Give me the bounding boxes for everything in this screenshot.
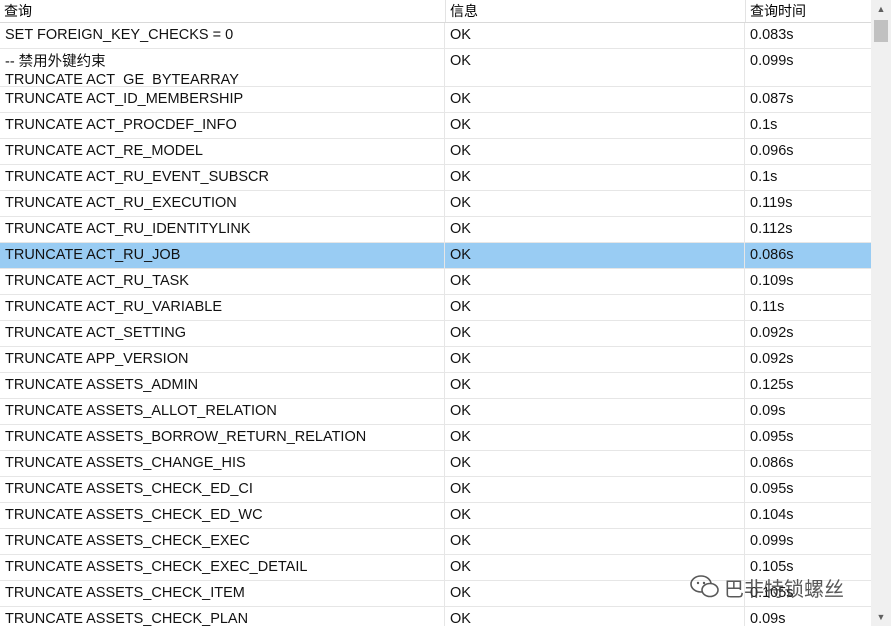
table-row[interactable]: TRUNCATE APP_VERSION OK 0.092s [0, 347, 871, 373]
time-cell[interactable]: 0.087s [745, 87, 871, 112]
query-cell[interactable]: TRUNCATE ASSETS_CHECK_EXEC [0, 529, 445, 554]
query-cell[interactable]: -- 禁用外键约束 TRUNCATE ACT_GE_BYTEARRAY [0, 49, 445, 86]
info-cell[interactable]: OK [445, 347, 745, 372]
table-row[interactable]: TRUNCATE ASSETS_CHECK_ED_WC OK 0.104s [0, 503, 871, 529]
query-cell[interactable]: TRUNCATE ASSETS_BORROW_RETURN_RELATION [0, 425, 445, 450]
info-cell[interactable]: OK [445, 139, 745, 164]
vertical-scrollbar[interactable]: ▲ ▼ [871, 0, 891, 626]
info-cell[interactable]: OK [445, 49, 745, 86]
info-cell[interactable]: OK [445, 373, 745, 398]
table-row[interactable]: TRUNCATE ACT_PROCDEF_INFO OK 0.1s [0, 113, 871, 139]
time-cell[interactable]: 0.095s [745, 425, 871, 450]
table-row[interactable]: TRUNCATE ASSETS_BORROW_RETURN_RELATION OK… [0, 425, 871, 451]
table-row[interactable]: TRUNCATE ACT_RE_MODEL OK 0.096s [0, 139, 871, 165]
time-cell[interactable]: 0.109s [745, 269, 871, 294]
time-cell[interactable]: 0.092s [745, 347, 871, 372]
time-cell[interactable]: 0.083s [745, 23, 871, 48]
time-cell[interactable]: 0.096s [745, 139, 871, 164]
table-row[interactable]: TRUNCATE ACT_ID_MEMBERSHIP OK 0.087s [0, 87, 871, 113]
table-row[interactable]: TRUNCATE ACT_RU_EVENT_SUBSCR OK 0.1s [0, 165, 871, 191]
table-row[interactable]: TRUNCATE ASSETS_CHECK_ED_CI OK 0.095s [0, 477, 871, 503]
info-cell[interactable]: OK [445, 191, 745, 216]
time-cell[interactable]: 0.1s [745, 113, 871, 138]
query-cell[interactable]: SET FOREIGN_KEY_CHECKS = 0 [0, 23, 445, 48]
watermark: 巴非特锁螺丝 [690, 572, 844, 602]
time-cell[interactable]: 0.1s [745, 165, 871, 190]
table-row[interactable]: TRUNCATE ACT_RU_EXECUTION OK 0.119s [0, 191, 871, 217]
info-cell[interactable]: OK [445, 165, 745, 190]
time-cell[interactable]: 0.119s [745, 191, 871, 216]
query-cell[interactable]: TRUNCATE ASSETS_ALLOT_RELATION [0, 399, 445, 424]
info-cell[interactable]: OK [445, 23, 745, 48]
table-row[interactable]: TRUNCATE ASSETS_ALLOT_RELATION OK 0.09s [0, 399, 871, 425]
query-cell[interactable]: TRUNCATE ACT_RU_TASK [0, 269, 445, 294]
wechat-logo-icon [690, 575, 719, 598]
grid-header: 查询 信息 查询时间 [0, 0, 871, 23]
info-cell[interactable]: OK [445, 295, 745, 320]
table-row[interactable]: TRUNCATE ASSETS_CHANGE_HIS OK 0.086s [0, 451, 871, 477]
query-cell[interactable]: TRUNCATE ACT_RU_VARIABLE [0, 295, 445, 320]
info-cell[interactable]: OK [445, 217, 745, 242]
column-header-time[interactable]: 查询时间 [746, 0, 871, 22]
table-row[interactable]: -- 禁用外键约束 TRUNCATE ACT_GE_BYTEARRAY OK 0.0… [0, 49, 871, 87]
table-row[interactable]: TRUNCATE ACT_RU_VARIABLE OK 0.11s [0, 295, 871, 321]
query-cell[interactable]: TRUNCATE ACT_RU_IDENTITYLINK [0, 217, 445, 242]
query-cell[interactable]: TRUNCATE ACT_ID_MEMBERSHIP [0, 87, 445, 112]
watermark-text: 巴非特锁螺丝 [724, 578, 844, 601]
query-cell[interactable]: TRUNCATE ASSETS_CHECK_EXEC_DETAIL [0, 555, 445, 580]
time-cell[interactable]: 0.092s [745, 321, 871, 346]
table-row[interactable]: TRUNCATE ACT_RU_JOB OK 0.086s [0, 243, 871, 269]
info-cell[interactable]: OK [445, 529, 745, 554]
time-cell[interactable]: 0.086s [745, 243, 871, 268]
table-row[interactable]: TRUNCATE ACT_SETTING OK 0.092s [0, 321, 871, 347]
query-cell[interactable]: TRUNCATE ACT_PROCDEF_INFO [0, 113, 445, 138]
grid-body: SET FOREIGN_KEY_CHECKS = 0 OK 0.083s -- 禁用外… [0, 23, 871, 626]
info-cell[interactable]: OK [445, 269, 745, 294]
table-row[interactable]: TRUNCATE ACT_RU_TASK OK 0.109s [0, 269, 871, 295]
time-cell[interactable]: 0.104s [745, 503, 871, 528]
query-cell[interactable]: TRUNCATE ASSETS_CHECK_ED_CI [0, 477, 445, 502]
table-row[interactable]: TRUNCATE ACT_RU_IDENTITYLINK OK 0.112s [0, 217, 871, 243]
query-cell[interactable]: TRUNCATE ACT_RU_EXECUTION [0, 191, 445, 216]
info-cell[interactable]: OK [445, 503, 745, 528]
table-row[interactable]: TRUNCATE ASSETS_ADMIN OK 0.125s [0, 373, 871, 399]
info-cell[interactable]: OK [445, 425, 745, 450]
table-row[interactable]: TRUNCATE ASSETS_CHECK_PLAN OK 0.09s [0, 607, 871, 626]
column-header-info[interactable]: 信息 [446, 0, 745, 22]
time-cell[interactable]: 0.11s [745, 295, 871, 320]
info-cell[interactable]: OK [445, 399, 745, 424]
query-cell[interactable]: TRUNCATE ASSETS_CHECK_ITEM [0, 581, 445, 606]
query-cell[interactable]: TRUNCATE ACT_SETTING [0, 321, 445, 346]
info-cell[interactable]: OK [445, 321, 745, 346]
scroll-up-arrow-icon[interactable]: ▲ [871, 0, 891, 18]
query-cell[interactable]: TRUNCATE ACT_RE_MODEL [0, 139, 445, 164]
query-cell[interactable]: TRUNCATE ASSETS_CHECK_ED_WC [0, 503, 445, 528]
time-cell[interactable]: 0.125s [745, 373, 871, 398]
query-cell[interactable]: TRUNCATE ASSETS_ADMIN [0, 373, 445, 398]
query-cell[interactable]: TRUNCATE ACT_RU_JOB [0, 243, 445, 268]
info-cell[interactable]: OK [445, 451, 745, 476]
query-cell[interactable]: TRUNCATE APP_VERSION [0, 347, 445, 372]
table-row[interactable]: SET FOREIGN_KEY_CHECKS = 0 OK 0.083s [0, 23, 871, 49]
info-cell[interactable]: OK [445, 113, 745, 138]
time-cell[interactable]: 0.095s [745, 477, 871, 502]
column-header-query[interactable]: 查询 [0, 0, 445, 22]
info-cell[interactable]: OK [445, 607, 745, 626]
info-cell[interactable]: OK [445, 477, 745, 502]
time-cell[interactable]: 0.112s [745, 217, 871, 242]
query-cell[interactable]: TRUNCATE ACT_RU_EVENT_SUBSCR [0, 165, 445, 190]
info-cell[interactable]: OK [445, 243, 745, 268]
scrollbar-thumb[interactable] [874, 20, 888, 42]
time-cell[interactable]: 0.086s [745, 451, 871, 476]
query-cell[interactable]: TRUNCATE ASSETS_CHECK_PLAN [0, 607, 445, 626]
scroll-down-arrow-icon[interactable]: ▼ [871, 608, 891, 626]
info-cell[interactable]: OK [445, 87, 745, 112]
time-cell[interactable]: 0.099s [745, 49, 871, 86]
time-cell[interactable]: 0.09s [745, 399, 871, 424]
table-row[interactable]: TRUNCATE ASSETS_CHECK_EXEC OK 0.099s [0, 529, 871, 555]
query-cell[interactable]: TRUNCATE ASSETS_CHANGE_HIS [0, 451, 445, 476]
time-cell[interactable]: 0.09s [745, 607, 871, 626]
results-grid: 查询 信息 查询时间 SET FOREIGN_KEY_CHECKS = 0 OK 0… [0, 0, 871, 626]
time-cell[interactable]: 0.099s [745, 529, 871, 554]
